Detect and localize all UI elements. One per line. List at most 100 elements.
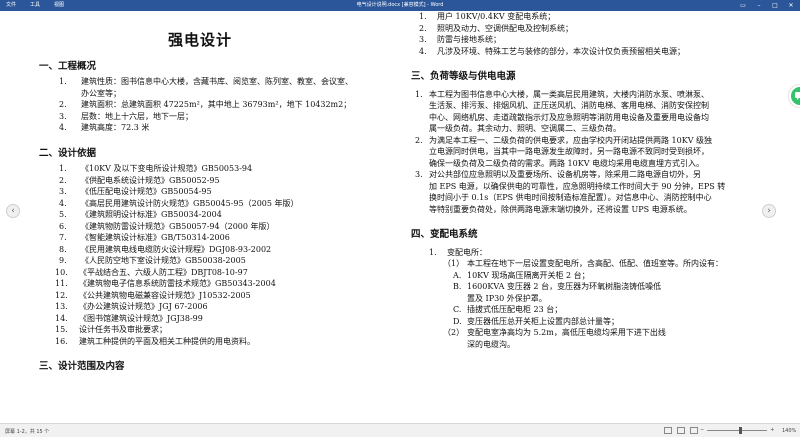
list-text: 《10KV 及以下变电所设计规范》GB50053-94 [81, 164, 253, 173]
list-number: 1. [59, 77, 67, 86]
list-text: 变压器低压总开关柜上设置内部总计量等； [467, 316, 619, 326]
close-icon[interactable]: ✕ [786, 1, 796, 10]
window-controls: ▭ – □ ✕ [738, 1, 796, 10]
zoom-thumb[interactable] [738, 426, 742, 434]
paragraph-line: 对公共部位应急照明以及重要场所、设备机房等，除采用二路电源自切外，另 [429, 170, 701, 179]
list-item: 10. 《平战结合五、六级人防工程》DBJT08-10-97 [29, 267, 371, 279]
list-number: 5. [59, 210, 67, 219]
list-item: 4. 《高层民用建筑设计防火规范》GB50045-95（2005 年版） [29, 198, 371, 210]
paragraph: 2. 为满足本工程一、二级负荷的供电要求，应由学校内开闭站提供两路 10KV 级… [405, 135, 770, 170]
paragraph-line: 确保一级负荷及二级负荷的需求。两路 10KV 电缆均采用电缆直埋方式引入。 [429, 158, 705, 168]
zoom-track[interactable] [707, 426, 768, 434]
list-number: 1. [59, 164, 67, 173]
list-number: 3. [415, 170, 423, 179]
paragraph-line: 为满足本工程一、二级负荷的供电要求，应由学校内开闭站提供两路 10KV 级独 [429, 135, 713, 145]
list-item: 12. 《公共建筑物电磁兼容设计规范》J10532-2005 [29, 290, 371, 302]
list-text: 设计任务书及审批要求； [79, 325, 167, 334]
zoom-slider[interactable]: − + [700, 426, 774, 434]
list-item: 办公室等； [29, 88, 371, 100]
list-text: 凡涉及环境、特殊工艺与装修的部分，本次设计仅负责预留相关电源； [437, 46, 685, 56]
left-column: 强电设计 一、工程概况 1. 建筑性质：图书信息中心大楼，含藏书库、阅览室、陈列室… [29, 11, 371, 377]
list-text: 建筑工种提供的平面及相关工种提供的用电资料。 [79, 336, 255, 346]
list-number: 9. [59, 256, 67, 265]
document-title: 强电设计 [167, 31, 232, 49]
web-layout-icon[interactable] [690, 427, 698, 434]
list-number: 1. [419, 12, 427, 21]
assistant-badge-icon[interactable] [789, 85, 800, 107]
list-item: 2. 照明及动力、空调供配电及控制系统； [405, 23, 770, 35]
list-text: 建筑高度：72.3 米 [81, 123, 150, 132]
list-number: 12. [55, 290, 68, 300]
section-heading: 三、负荷等级与供电电源 [411, 71, 516, 82]
print-layout-icon[interactable] [677, 427, 685, 434]
list-item: D. 变压器低压总开关柜上设置内部总计量等； [405, 316, 770, 328]
paragraph: 3. 对公共部位应急照明以及重要场所、设备机房等，除采用二路电源自切外，另 加 … [405, 169, 770, 215]
list-text: 建筑面积：总建筑面积 47225m²，其中地上 36793m²，地下 10432… [81, 100, 352, 109]
list-number: （1） [443, 259, 465, 268]
list-number: C. [453, 305, 462, 314]
list-item: B. 1600KVA 变压器 2 台，变压器为环氧树脂浇铸低噪低 [405, 281, 770, 293]
paragraph-line: 立电源同时供电，当其中一路电源发生故障时，另一路电源不致同时受到损坏， [429, 147, 709, 156]
paragraph-line: 换时间小于 0.1s（EPS 供电时间按制造标准配置）。对信息中心、消防控制中心 [429, 193, 712, 202]
list-number: 16. [55, 336, 68, 346]
list-text: 本工程在地下一层设置变配电所，含高配、低配、值班室等。所内设有： [467, 259, 723, 268]
list-item-continuation: 置及 IP30 外保护罩。 [467, 293, 547, 303]
list-text: 照明及动力、空调供配电及控制系统； [437, 23, 573, 33]
list-text: 用户 10KV/0.4KV 变配电系统； [437, 12, 556, 21]
list-item: 13. 《办公建筑设计规范》JGJ 67-2006 [29, 301, 371, 313]
list-item: 5. 《建筑照明设计标准》GB50034-2004 [29, 209, 371, 221]
list-item: 11. 《建筑物电子信息系统防雷技术规范》GB50343-2004 [29, 278, 371, 290]
list-item: 1. 变配电所： [405, 247, 770, 259]
zoom-out-icon[interactable]: − [700, 427, 704, 433]
read-mode-icon[interactable] [664, 427, 672, 434]
list-item: 9. 《人民防空地下室设计规范》GB50038-2005 [29, 255, 371, 267]
list-text: 《供配电系统设计规范》GB50052-95 [81, 175, 220, 185]
list-text: 《平战结合五、六级人防工程》DBJT08-10-97 [79, 267, 248, 277]
list-number: 1. [415, 89, 423, 99]
zoom-level[interactable]: 140% [782, 428, 796, 434]
list-item: 1. 用户 10KV/0.4KV 变配电系统； [405, 11, 770, 23]
list-number: 2. [415, 135, 423, 145]
right-column: 1. 用户 10KV/0.4KV 变配电系统； 2. 照明及动力、空调供配电及控制系… [405, 11, 770, 350]
section-heading: 四、变配电系统 [411, 229, 478, 240]
list-text: 变配电室净高均为 5.2m，高低压电缆均采用下进下出线 [467, 328, 666, 337]
previous-page-icon[interactable]: ‹ [6, 204, 20, 218]
list-item: 2. 《供配电系统设计规范》GB50052-95 [29, 175, 371, 187]
list-number: 2. [59, 175, 67, 185]
paragraph-line: 属一级负荷。其余动力、照明、空调属二、三级负荷。 [429, 124, 621, 133]
paragraph-line: 本工程为图书信息中心大楼，属一类高层民用建筑，大楼内消防水泵、喷淋泵、 [429, 89, 709, 99]
list-item: （1） 本工程在地下一层设置变配电所，含高配、低配、值班室等。所内设有： [405, 258, 770, 270]
minimize-icon[interactable]: – [754, 1, 764, 10]
section-heading: 二、设计依据 [39, 147, 97, 159]
list-text: 层数：地上十六层，地下一层； [81, 111, 193, 121]
restore-icon[interactable]: ▭ [738, 1, 748, 10]
list-item: 3. 层数：地上十六层，地下一层； [29, 111, 371, 123]
list-item: C. 插拔式低压配电柜 23 台； [405, 304, 770, 316]
status-bar: 屏幕 1-2，共 15 个 − + 140% [0, 423, 800, 437]
list-number: 6. [59, 221, 67, 231]
zoom-in-icon[interactable]: + [770, 427, 774, 433]
title-bar: 文件 工具 视图 电气设计说明.docx [兼容模式] - Word ▭ – □… [0, 0, 800, 11]
list-text: 办公室等； [81, 88, 121, 98]
paragraph: 1. 本工程为图书信息中心大楼，属一类高层民用建筑，大楼内消防水泵、喷淋泵、 生… [405, 89, 770, 135]
list-item: 1. 建筑性质：图书信息中心大楼，含藏书库、阅览室、陈列室、教室、会议室、 [29, 76, 371, 88]
list-number: 11. [55, 279, 68, 288]
page-count: 屏幕 1-2，共 15 个 [5, 429, 50, 435]
list-item-continuation: 深的电缆沟。 [467, 339, 515, 349]
list-number: 14. [55, 313, 68, 323]
list-text: 《建筑物电子信息系统防雷技术规范》GB50343-2004 [79, 279, 276, 288]
paragraph-line: 加 EPS 电源，以确保供电的可靠性，应急照明持续工作时间大于 90 分钟，EP… [429, 181, 726, 191]
list-number: 2. [59, 100, 67, 109]
paragraph-line: 中心、网络机房、走道疏散指示灯及应急照明等消防用电设备及重要用电设备均 [429, 112, 709, 122]
list-item: 8. 《民用建筑电线电缆防火设计规程》DGJ08-93-2002 [29, 244, 371, 256]
next-page-icon[interactable]: › [762, 204, 776, 218]
maximize-icon[interactable]: □ [770, 1, 780, 10]
list-number: B. [453, 282, 462, 291]
list-text: 《公共建筑物电磁兼容设计规范》J10532-2005 [79, 290, 251, 300]
list-text: 《智能建筑设计标准》GB/T50314-2006 [81, 233, 230, 242]
list-number: 2. [419, 23, 427, 33]
list-text: 《人民防空地下室设计规范》GB50038-2005 [81, 256, 246, 265]
list-text: 《办公建筑设计规范》JGJ 67-2006 [79, 302, 208, 311]
section-heading: 一、工程概况 [39, 60, 97, 72]
list-text: 《高层民用建筑设计防火规范》GB50045-95（2005 年版） [81, 198, 299, 208]
